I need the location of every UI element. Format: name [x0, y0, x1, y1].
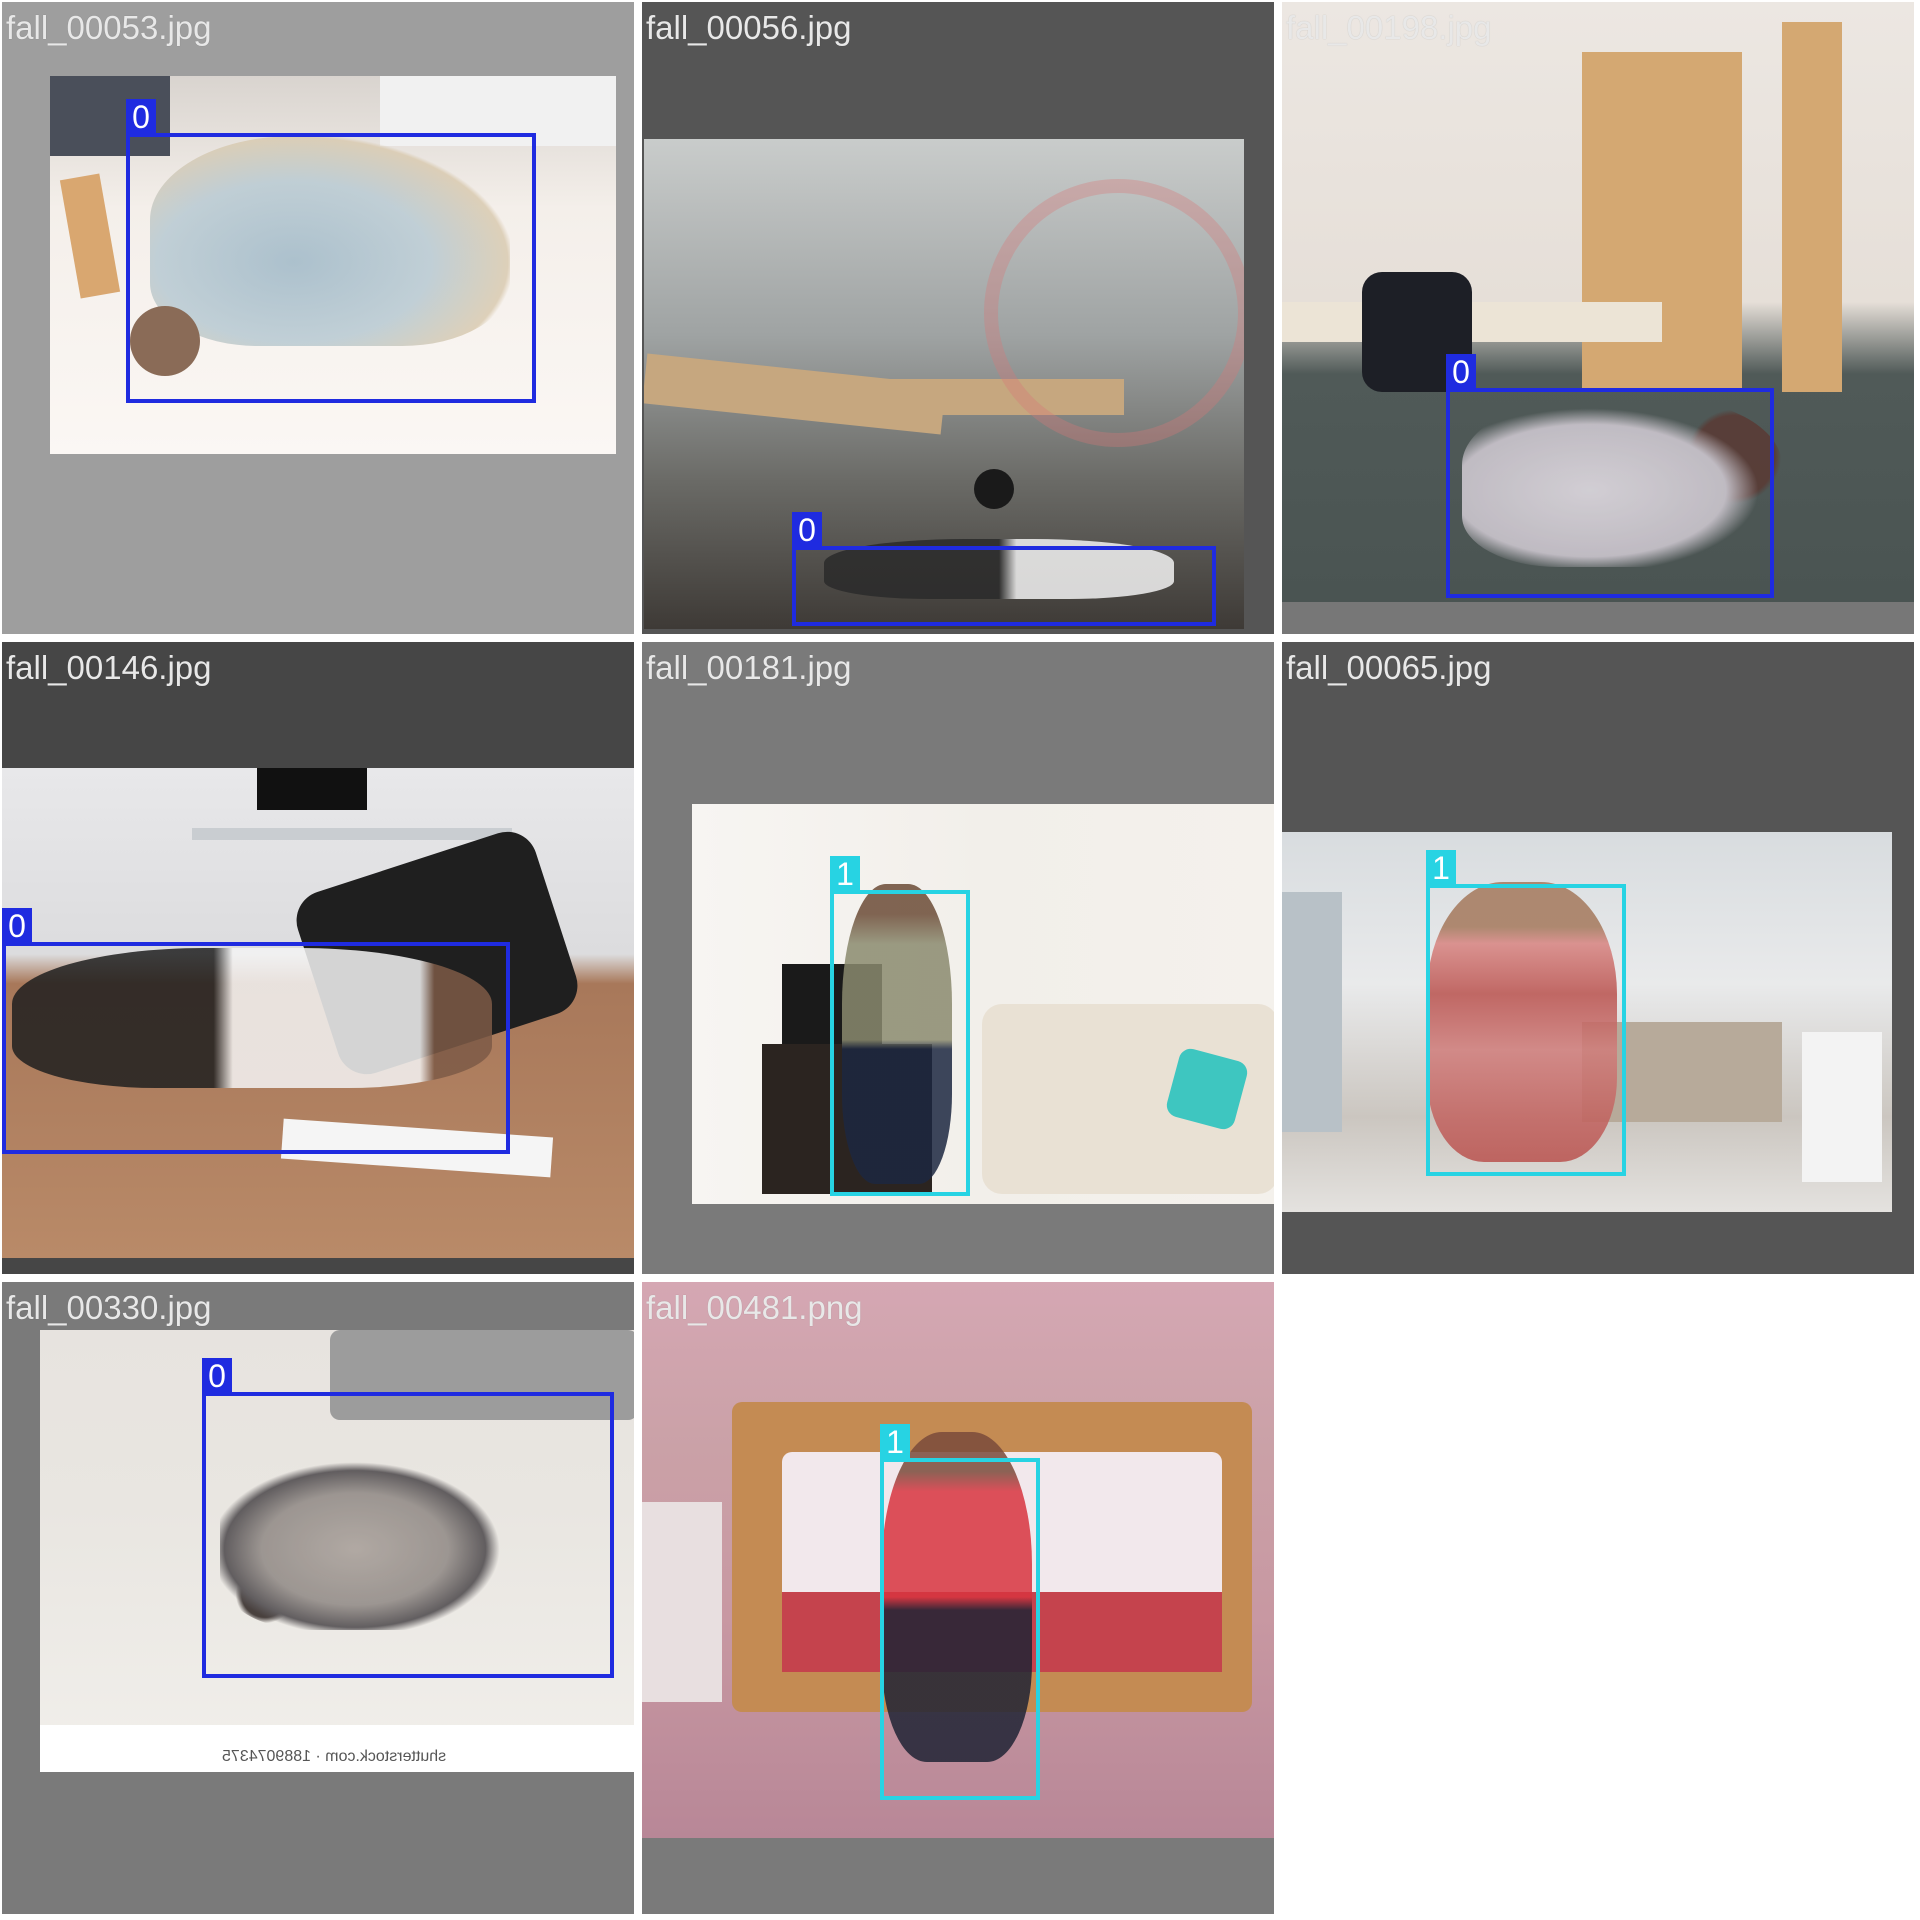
- image-filename: fall_00146.jpg: [6, 649, 212, 686]
- mosaic-tile: fall_00146.jpg 0: [0, 640, 636, 1276]
- detection-box: 0: [202, 1358, 614, 1678]
- class-label: 1: [830, 856, 860, 892]
- mosaic-tile: fall_00481.png 1: [640, 1280, 1276, 1916]
- detection-box: 1: [830, 856, 970, 1196]
- class-label: 0: [1446, 354, 1476, 390]
- class-label: 1: [1426, 850, 1456, 886]
- detection-box: 1: [1426, 850, 1626, 1176]
- detection-box: 0: [2, 908, 510, 1154]
- mosaic-grid: fall_00053.jpg 0 fall_00056.jpg 0 fall_0…: [0, 0, 1920, 1920]
- image-filename: fall_00481.png: [646, 1289, 863, 1326]
- detection-box: 0: [792, 512, 1216, 626]
- mosaic-tile: fall_00330.jpg 0 shutterstock.com · 1889…: [0, 1280, 636, 1916]
- mosaic-tile: fall_00198.jpg 0: [1280, 0, 1916, 636]
- detection-box: 1: [880, 1424, 1040, 1800]
- mosaic-tile: fall_00181.jpg 1: [640, 640, 1276, 1276]
- watermark-text: shutterstock.com · 1889074375: [222, 1748, 447, 1765]
- detection-box: 0: [1446, 354, 1774, 598]
- class-label: 0: [2, 908, 32, 944]
- mosaic-tile: fall_00065.jpg 1: [1280, 640, 1916, 1276]
- image-filename: fall_00065.jpg: [1286, 649, 1492, 686]
- image-filename: fall_00198.jpg: [1286, 9, 1492, 46]
- photo: [692, 804, 1274, 1204]
- image-filename: fall_00181.jpg: [646, 649, 852, 686]
- class-label: 1: [880, 1424, 910, 1460]
- empty-tile: [1280, 1280, 1916, 1916]
- class-label: 0: [202, 1358, 232, 1394]
- image-filename: fall_00053.jpg: [6, 9, 212, 46]
- class-label: 0: [126, 99, 156, 135]
- detection-box: 0: [126, 99, 536, 403]
- class-label: 0: [792, 512, 822, 548]
- image-filename: fall_00056.jpg: [646, 9, 852, 46]
- image-filename: fall_00330.jpg: [6, 1289, 212, 1326]
- mosaic-tile: fall_00053.jpg 0: [0, 0, 636, 636]
- mosaic-tile: fall_00056.jpg 0: [640, 0, 1276, 636]
